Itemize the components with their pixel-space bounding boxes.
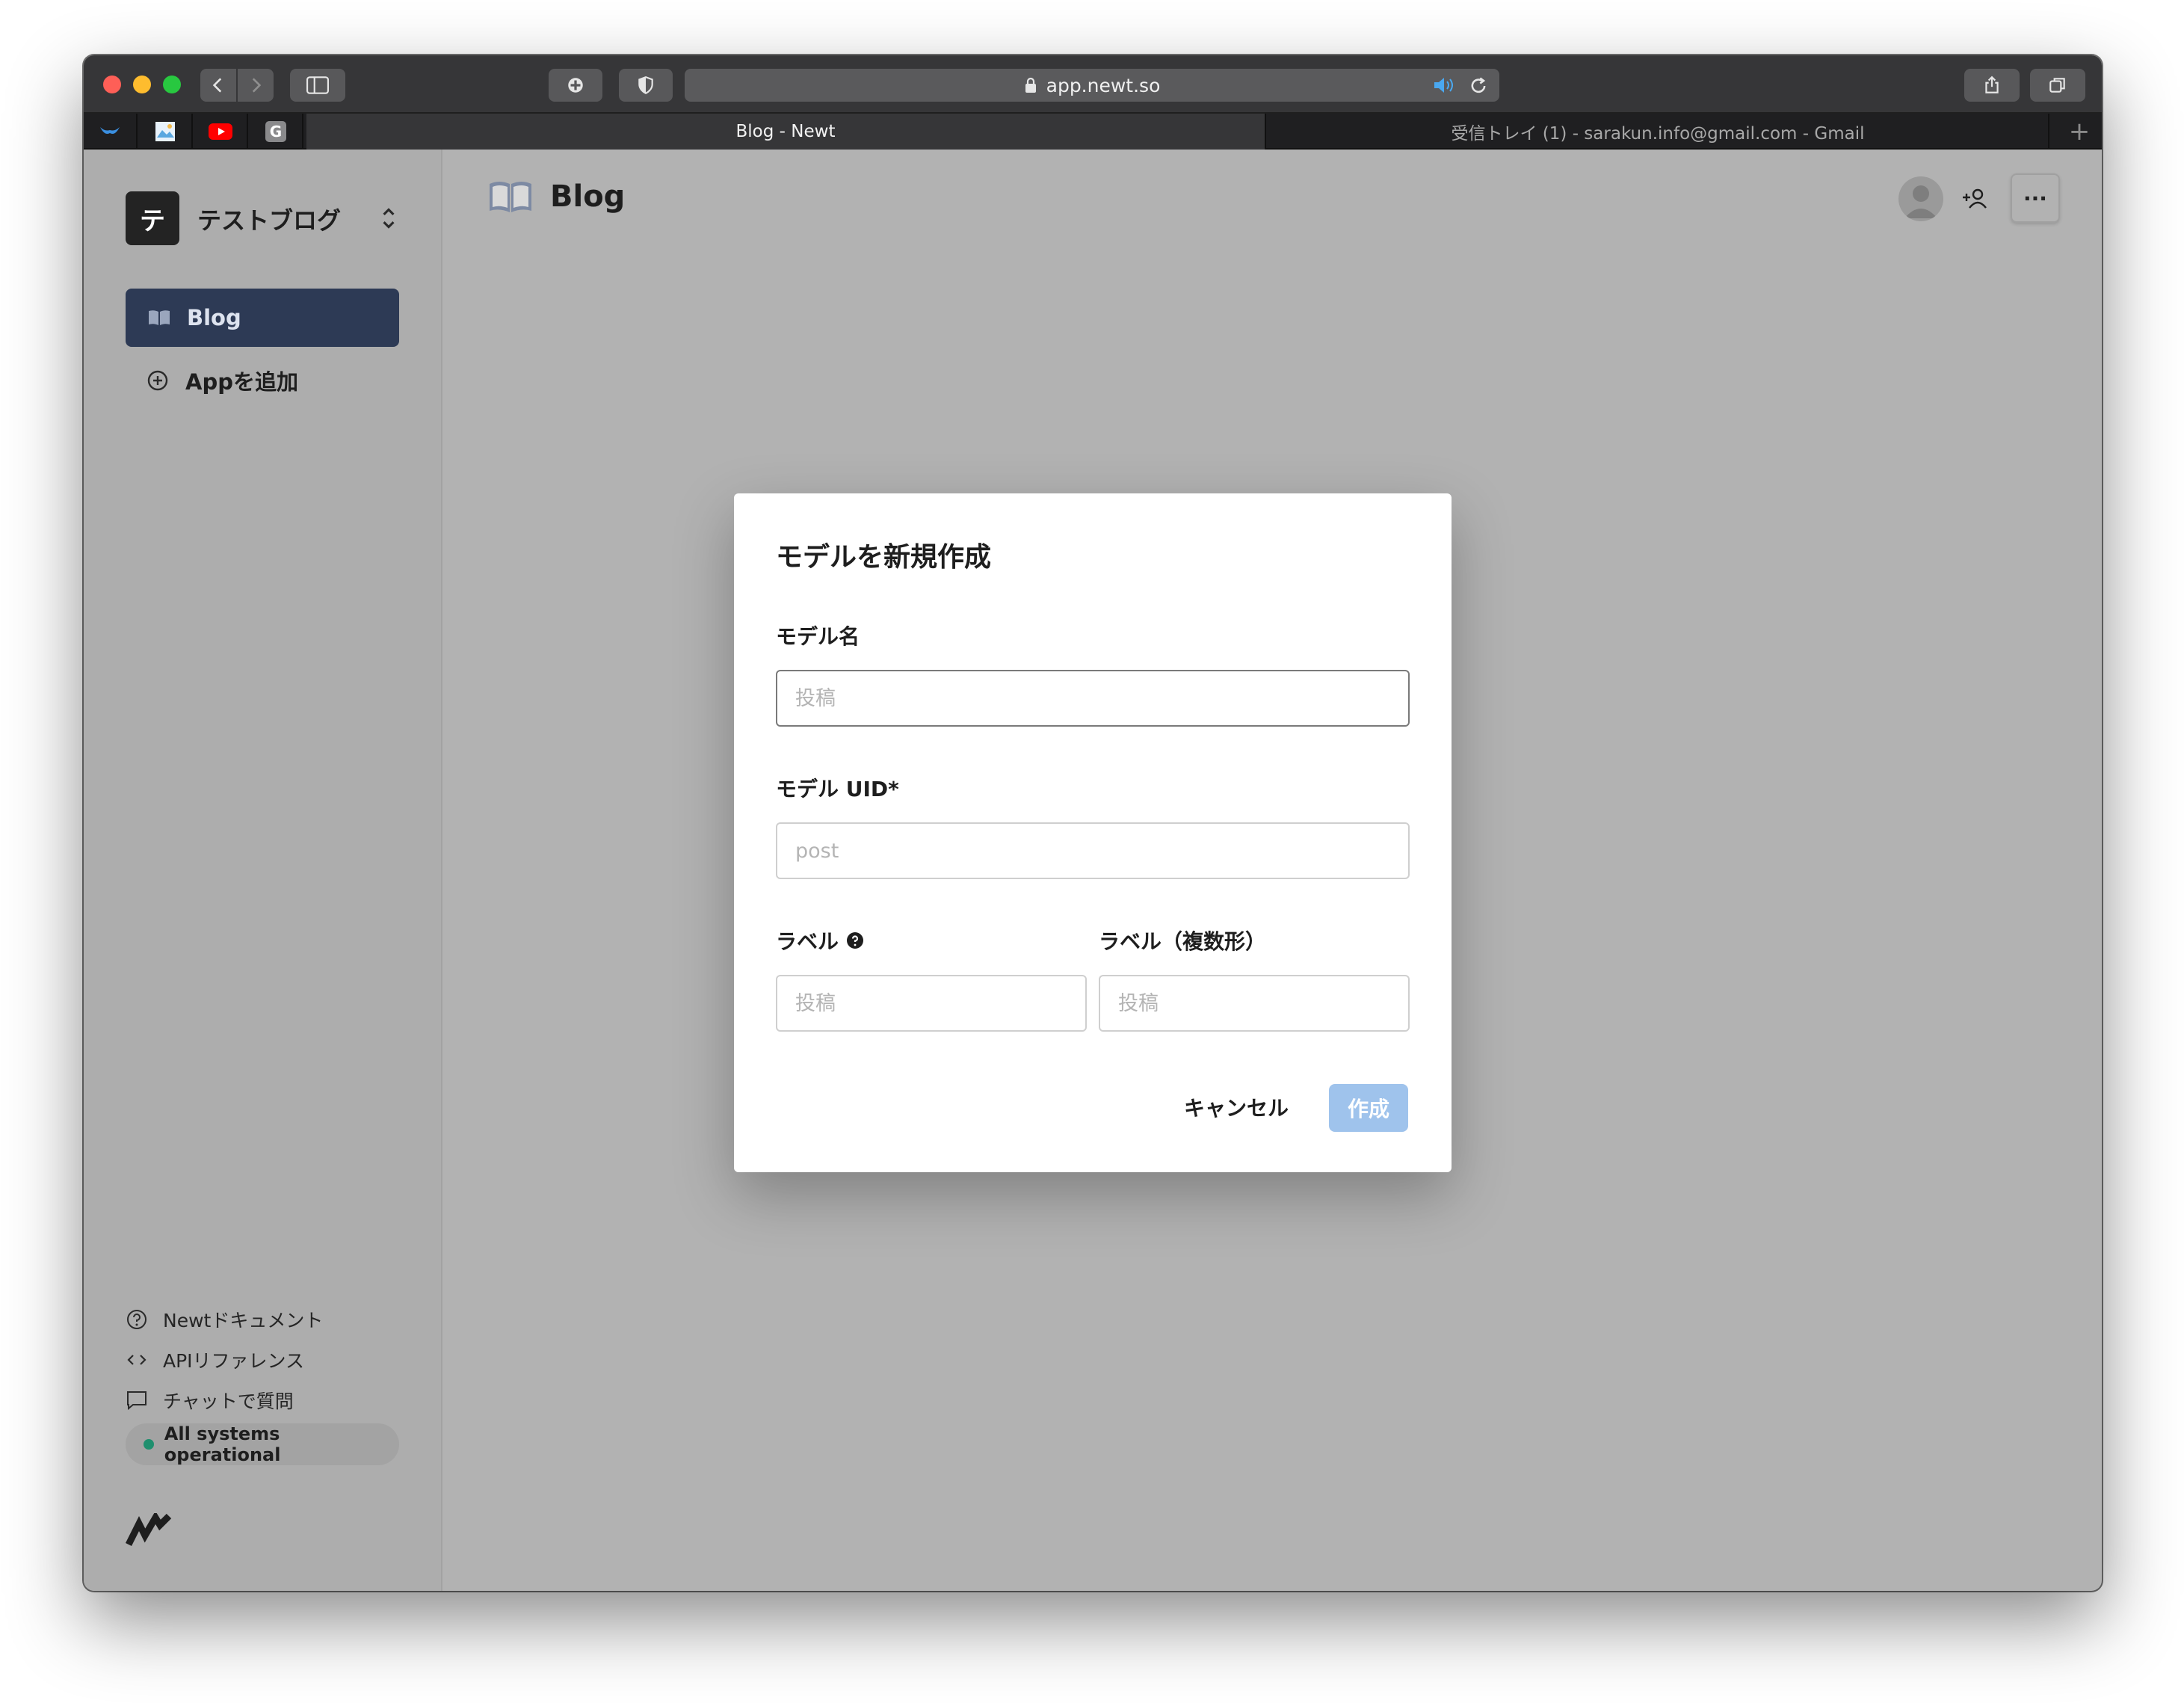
minimize-window-button[interactable] (133, 76, 151, 93)
add-app-button[interactable]: Appを追加 (146, 362, 298, 399)
workspace-avatar[interactable]: テ (126, 191, 179, 245)
help-icon[interactable] (846, 931, 864, 949)
model-name-label: モデル名 (776, 620, 860, 650)
g-icon: G (265, 121, 286, 142)
create-button[interactable]: 作成 (1329, 1084, 1408, 1132)
url-text: app.newt.so (1046, 74, 1161, 96)
tabs-icon (2049, 78, 2065, 93)
pinned-tab-youtube[interactable] (194, 114, 248, 150)
code-icon (127, 1355, 146, 1365)
more-options-button[interactable]: ··· (2011, 173, 2060, 223)
extension-button[interactable] (549, 69, 602, 102)
status-dot (144, 1439, 154, 1450)
pinned-tab-bird[interactable] (84, 114, 138, 150)
chat-support-label: チャットで質問 (163, 1391, 294, 1412)
forward-button[interactable] (238, 69, 274, 102)
zoom-window-button[interactable] (163, 76, 181, 93)
sidebar-toggle-button[interactable] (290, 69, 345, 102)
tab-gmail[interactable]: 受信トレイ (1) - sarakun.info@gmail.com - Gma… (1268, 114, 2049, 150)
system-status-badge[interactable]: All systems operational (126, 1423, 399, 1465)
user-icon (1904, 185, 1937, 218)
close-window-button[interactable] (103, 76, 121, 93)
label-field-label-text: ラベル (776, 929, 839, 954)
browser-window: app.newt.so G Blog - Newt 受信トレイ (1) - sa… (84, 55, 2102, 1591)
new-tab-button[interactable]: + (2057, 114, 2102, 150)
privacy-shield-button[interactable] (619, 69, 673, 102)
sidebar-item-label: Blog (187, 305, 241, 330)
page-title: Blog (550, 179, 626, 214)
book-icon (149, 310, 170, 325)
model-name-input[interactable] (776, 670, 1410, 727)
browser-titlebar: app.newt.so (84, 55, 2102, 114)
api-reference-label: APIリファレンス (163, 1350, 305, 1372)
chevron-left-icon (212, 78, 222, 93)
pinned-tab-image[interactable] (139, 114, 193, 150)
cancel-button[interactable]: キャンセル (1175, 1084, 1298, 1130)
app-sidebar: テ テストブログ Blog Appを追加 Newtドキュメント APIリファレン… (84, 150, 442, 1591)
shield-icon (638, 76, 653, 95)
status-text: All systems operational (164, 1423, 281, 1465)
sidebar-item-blog[interactable]: Blog (126, 289, 399, 347)
newt-logo-icon[interactable] (126, 1513, 173, 1550)
share-icon (1985, 76, 1999, 93)
label-input[interactable] (776, 975, 1087, 1032)
label-field-label: ラベル (776, 926, 864, 955)
model-name-label-text: モデル名 (776, 624, 860, 649)
tab-blog-newt[interactable]: Blog - Newt (306, 114, 1266, 150)
docs-link[interactable]: Newtドキュメント (126, 1299, 323, 1340)
pinned-tab-g[interactable]: G (250, 114, 303, 150)
address-bar[interactable]: app.newt.so (685, 69, 1499, 102)
sidebar-footer-links: Newtドキュメント APIリファレンス チャットで質問 (126, 1299, 323, 1420)
question-circle-icon (127, 1310, 146, 1329)
add-app-label: Appを追加 (185, 369, 298, 395)
tab-overview-button[interactable] (2030, 69, 2085, 102)
lock-icon (1025, 77, 1036, 93)
chevron-up-down-icon[interactable] (378, 205, 399, 232)
dialog-title: モデルを新規作成 (776, 542, 992, 573)
api-reference-link[interactable]: APIリファレンス (126, 1340, 323, 1380)
audio-playing-icon[interactable] (1432, 75, 1456, 96)
chevron-right-icon (252, 78, 262, 93)
model-uid-label-text: モデル UID* (776, 777, 899, 801)
label-plural-label: ラベル（複数形） (1099, 926, 1266, 955)
chat-support-link[interactable]: チャットで質問 (126, 1380, 323, 1420)
model-uid-label: モデル UID* (776, 773, 899, 803)
label-plural-label-text: ラベル（複数形） (1099, 929, 1267, 954)
bird-icon (100, 127, 120, 134)
open-book-icon (490, 182, 531, 212)
workspace-name[interactable]: テストブログ (197, 202, 341, 236)
share-button[interactable] (1964, 69, 2020, 102)
tab-bar: G Blog - Newt 受信トレイ (1) - sarakun.info@g… (84, 114, 2102, 150)
plus-circle-icon (147, 370, 168, 391)
back-button[interactable] (200, 69, 236, 102)
reload-icon[interactable] (1468, 76, 1489, 96)
create-model-dialog: モデルを新規作成 モデル名 モデル UID* ラベル ラベル（複数形） キャンセ… (734, 493, 1452, 1172)
add-user-icon[interactable] (1961, 187, 1988, 211)
label-plural-input[interactable] (1099, 975, 1410, 1032)
sidebar-icon (306, 76, 329, 94)
model-uid-input[interactable] (776, 822, 1410, 879)
image-icon (155, 122, 175, 141)
youtube-icon (209, 123, 232, 140)
extension-icon (568, 78, 583, 93)
docs-link-label: Newtドキュメント (163, 1310, 324, 1331)
user-avatar[interactable] (1898, 176, 1943, 221)
chat-icon (127, 1391, 146, 1411)
